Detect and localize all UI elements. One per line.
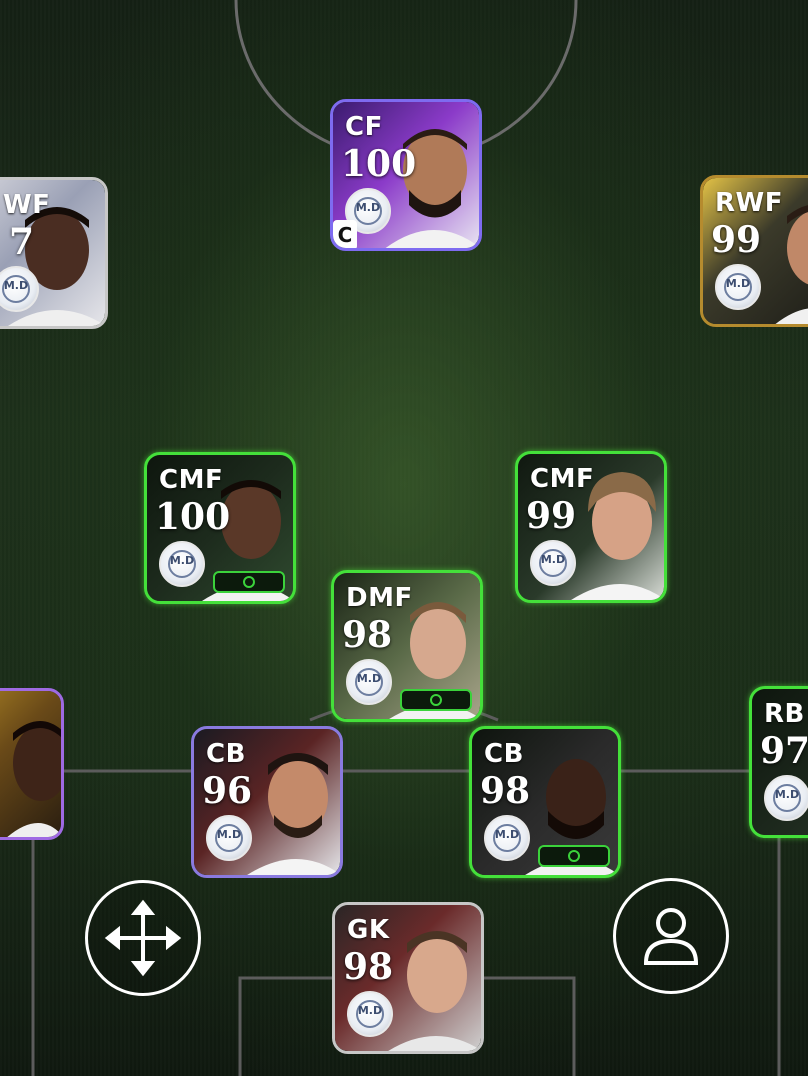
skill-boost-bar (400, 689, 472, 711)
move-arrows-icon (104, 899, 182, 977)
player-card-lb[interactable] (0, 688, 64, 840)
card-position: CMF (530, 464, 595, 494)
player-card-gk[interactable]: GK 98 M.D (332, 902, 484, 1054)
card-position: DMF (346, 583, 413, 613)
card-position: CMF (159, 465, 224, 495)
card-rating: 7 (9, 221, 35, 263)
card-rating: 99 (711, 219, 762, 261)
player-card-rcb[interactable]: CB 98 M.D (469, 726, 621, 878)
card-position: WF (3, 190, 51, 220)
card-position: GK (347, 915, 390, 945)
skill-boost-bar (213, 571, 285, 593)
card-rating: 97 (760, 730, 808, 772)
club-badge-icon: M.D (764, 775, 808, 821)
club-badge-icon: M.D (206, 815, 252, 861)
club-badge-icon: M.D (346, 659, 392, 705)
player-card-cf[interactable]: CF 100 M.D C (330, 99, 482, 251)
player-card-dmf[interactable]: DMF 98 M.D (331, 570, 483, 722)
card-position: RB (764, 699, 805, 729)
card-position: CB (484, 739, 524, 769)
card-rating: 99 (526, 495, 577, 537)
card-position: RWF (715, 188, 783, 218)
card-rating: 98 (343, 946, 394, 988)
skill-boost-bar (538, 845, 610, 867)
player-face-lb (7, 721, 61, 837)
card-position: CF (345, 112, 383, 142)
move-formation-button[interactable] (85, 880, 201, 996)
card-rating: 98 (480, 770, 531, 812)
card-rating: 100 (155, 496, 231, 538)
player-card-rwf[interactable]: RWF 99 M.D (700, 175, 808, 327)
player-card-rcmf[interactable]: CMF 99 M.D (515, 451, 667, 603)
card-rating: 96 (202, 770, 253, 812)
card-rating: 100 (341, 143, 417, 185)
club-badge-icon: M.D (530, 540, 576, 586)
person-icon (643, 908, 699, 965)
club-badge-icon: M.D (159, 541, 205, 587)
player-card-rb[interactable]: RB 97 M.D (749, 686, 808, 838)
club-badge-icon: M.D (347, 991, 393, 1037)
card-rating: 98 (342, 614, 393, 656)
player-card-lwf[interactable]: WF 7 M.D (0, 177, 108, 329)
card-position: CB (206, 739, 246, 769)
club-badge-icon: M.D (715, 264, 761, 310)
player-card-lcb[interactable]: CB 96 M.D (191, 726, 343, 878)
club-badge-icon: M.D (484, 815, 530, 861)
player-info-button[interactable] (613, 878, 729, 994)
football-pitch: CF 100 M.D C WF 7 M.D RWF 99 M.D CMF 100… (0, 0, 808, 1076)
player-card-lcmf[interactable]: CMF 100 M.D (144, 452, 296, 604)
captain-badge: C (333, 220, 357, 248)
